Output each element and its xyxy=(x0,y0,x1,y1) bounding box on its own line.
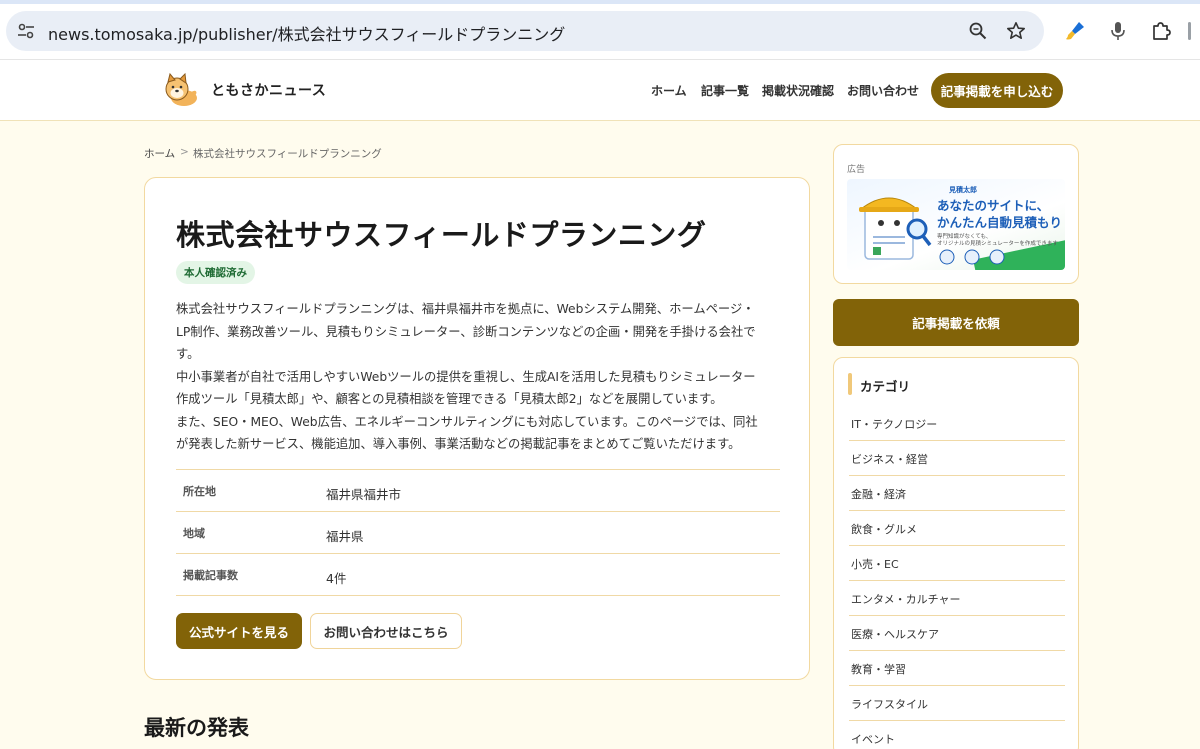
description-line: 中小事業者が自社で活用しやすいWebツールの提供を重視し、生成AIを活用した見積… xyxy=(176,370,756,384)
ad-brand-name: 見積太郎 xyxy=(949,186,977,194)
info-value-location: 福井県福井市 xyxy=(326,487,402,502)
ad-box: 広告 見積太郎 あなたのサイトに、 かんたん自動見積もり 専門知識がなくても、 … xyxy=(833,144,1079,284)
category-label[interactable]: 小売・EC xyxy=(851,556,899,572)
site-settings-icon[interactable] xyxy=(16,21,36,41)
company-profile-card: 株式会社サウスフィールドプランニング 本人確認済み 株式会社サウスフィールドプラ… xyxy=(144,177,810,680)
bookmark-star-icon[interactable] xyxy=(1006,21,1026,41)
category-label[interactable]: ビジネス・経営 xyxy=(851,451,928,467)
estimate-mascot-icon xyxy=(859,197,932,260)
description-line: す。 xyxy=(176,347,200,361)
category-item[interactable]: ビジネス・経営 xyxy=(849,441,1065,476)
category-label[interactable]: IT・テクノロジー xyxy=(851,416,937,432)
info-divider xyxy=(176,595,780,596)
category-item[interactable]: 小売・EC xyxy=(849,546,1065,581)
breadcrumb-home[interactable]: ホーム xyxy=(144,146,175,161)
url-text[interactable]: news.tomosaka.jp/publisher/株式会社サウスフィールドプ… xyxy=(48,21,565,45)
category-item[interactable]: ライフスタイル xyxy=(849,686,1065,721)
request-article-button[interactable]: 記事掲載を依頼 xyxy=(833,299,1079,346)
microphone-icon[interactable] xyxy=(1107,20,1129,42)
ad-feature-icons xyxy=(939,249,1005,265)
extension-brush-icon[interactable] xyxy=(1064,20,1086,42)
apply-article-button[interactable]: 記事掲載を申し込む xyxy=(931,73,1063,108)
latest-releases-heading: 最新の発表 xyxy=(144,716,249,740)
category-label[interactable]: 医療・ヘルスケア xyxy=(851,626,939,642)
nav-home[interactable]: ホーム xyxy=(651,82,687,99)
breadcrumb-separator: > xyxy=(180,146,189,158)
category-label[interactable]: ライフスタイル xyxy=(851,696,928,712)
info-value-region: 福井県 xyxy=(326,529,364,544)
site-logo-text[interactable]: ともさかニュース xyxy=(211,80,326,100)
dog-mascot-logo-icon[interactable] xyxy=(160,72,200,108)
nav-contact[interactable]: お問い合わせ xyxy=(847,82,919,99)
category-item[interactable]: 金融・経済 xyxy=(849,476,1065,511)
category-label[interactable]: 教育・学習 xyxy=(851,661,906,677)
category-label[interactable]: エンタメ・カルチャー xyxy=(851,591,961,607)
description-line: LP制作、業務改善ツール、見積もりシミュレーター、診断コンテンツなどの企画・開発… xyxy=(176,325,756,339)
category-item[interactable]: 教育・学習 xyxy=(849,651,1065,686)
category-label[interactable]: 飲食・グルメ xyxy=(851,521,917,537)
description-line: 作成ツール「見積太郎」や、顧客との見積相談を管理できる「見積太郎2」などを展開し… xyxy=(176,392,723,406)
menu-kebab-icon[interactable] xyxy=(1188,22,1191,40)
ad-headline-2: かんたん自動見積もり xyxy=(937,215,1063,230)
ad-subtext-2: オリジナルの見積シミュレーターを作成できます xyxy=(937,241,1058,247)
info-value-article-count: 4件 xyxy=(326,571,347,586)
category-label[interactable]: イベント xyxy=(851,731,895,747)
category-heading: カテゴリ xyxy=(860,379,911,394)
zoom-icon[interactable] xyxy=(968,21,988,41)
info-label-location: 所在地 xyxy=(183,485,216,498)
info-label-article-count: 掲載記事数 xyxy=(183,569,238,582)
info-divider xyxy=(176,511,780,512)
info-divider xyxy=(176,469,780,470)
breadcrumb-current: 株式会社サウスフィールドプランニング xyxy=(193,148,382,160)
category-heading-accent xyxy=(848,373,852,395)
nav-status[interactable]: 掲載状況確認 xyxy=(762,82,834,99)
official-site-button[interactable]: 公式サイトを見る xyxy=(176,613,302,649)
description-line: また、SEO・MEO、Web広告、エネルギーコンサルティングにも対応しています。… xyxy=(176,415,758,429)
browser-toolbar: news.tomosaka.jp/publisher/株式会社サウスフィールドプ… xyxy=(0,0,1200,60)
nav-articles[interactable]: 記事一覧 xyxy=(701,82,749,99)
company-name: 株式会社サウスフィールドプランニング xyxy=(176,218,707,252)
ad-banner[interactable]: 見積太郎 あなたのサイトに、 かんたん自動見積もり 専門知識がなくても、 オリジ… xyxy=(847,179,1065,270)
category-item[interactable]: 飲食・グルメ xyxy=(849,511,1065,546)
verified-badge: 本人確認済み xyxy=(176,261,255,284)
address-bar[interactable]: news.tomosaka.jp/publisher/株式会社サウスフィールドプ… xyxy=(6,11,1044,51)
contact-button[interactable]: お問い合わせはこちら xyxy=(310,613,462,649)
description-line: 株式会社サウスフィールドプランニングは、福井県福井市を拠点に、Webシステム開発… xyxy=(176,302,755,316)
category-panel: カテゴリ IT・テクノロジー ビジネス・経営 金融・経済 飲食・グルメ 小売・E… xyxy=(833,357,1079,749)
category-item[interactable]: イベント xyxy=(849,721,1065,749)
description-line: が発表した新サービス、機能追加、導入事例、事業活動などの掲載記事をまとめてご覧い… xyxy=(176,437,741,451)
category-item[interactable]: IT・テクノロジー xyxy=(849,406,1065,441)
category-item[interactable]: エンタメ・カルチャー xyxy=(849,581,1065,616)
info-label-region: 地域 xyxy=(183,527,205,540)
extensions-puzzle-icon[interactable] xyxy=(1150,20,1172,42)
category-label[interactable]: 金融・経済 xyxy=(851,486,906,502)
info-divider xyxy=(176,553,780,554)
ad-label: 広告 xyxy=(847,165,866,175)
category-item[interactable]: 医療・ヘルスケア xyxy=(849,616,1065,651)
tab-strip-edge xyxy=(0,0,1200,4)
site-header: ともさかニュース ホーム 記事一覧 掲載状況確認 お問い合わせ 記事掲載を申し込… xyxy=(0,60,1200,121)
